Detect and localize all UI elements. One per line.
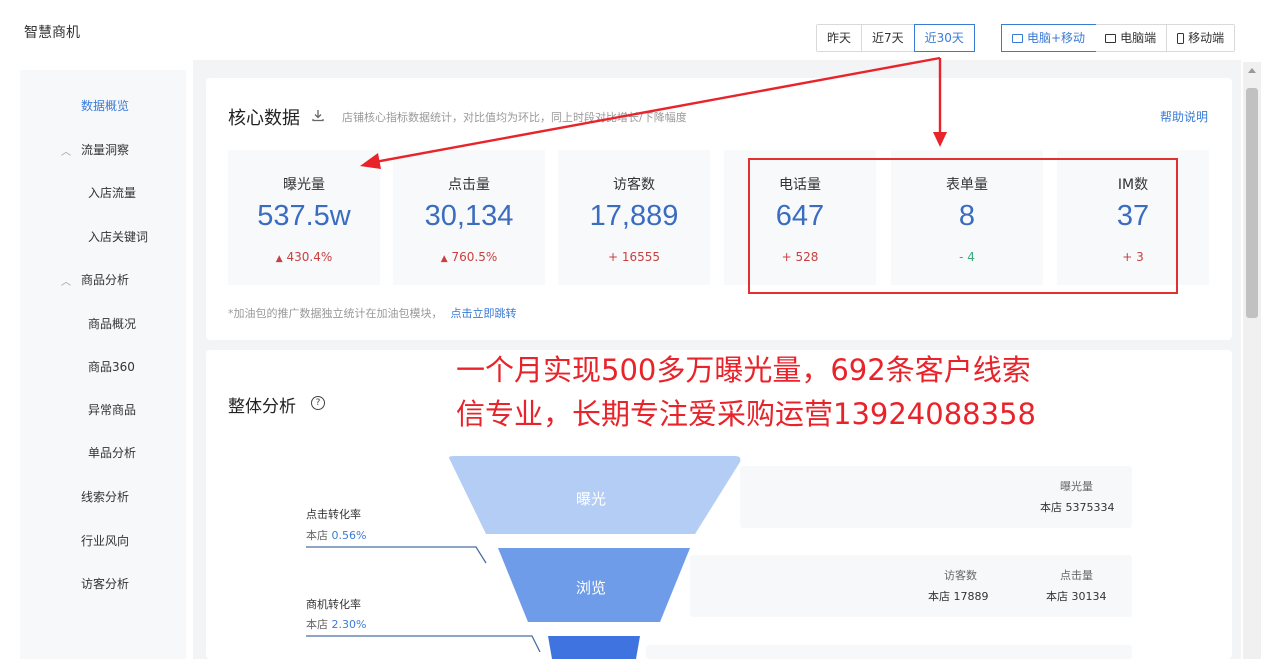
stat-panel-exposure: [740, 466, 1132, 528]
click-conversion-value: 本店 0.56%: [306, 529, 367, 542]
scroll-up-arrow-icon[interactable]: [1248, 68, 1256, 73]
click-conversion-label: 点击转化率: [306, 508, 361, 521]
stat-value: 本店 17889: [928, 590, 989, 603]
stat-label: 点击量: [1060, 569, 1093, 582]
lead-conversion-value: 本店 2.30%: [306, 618, 367, 631]
stat-value: 本店 5375334: [1040, 501, 1115, 514]
annotation-text-line-1: 一个月实现500多万曝光量，692条客户线索: [456, 353, 1031, 387]
funnel-label-exposure: 曝光: [576, 490, 607, 508]
stat-label: 曝光量: [1060, 480, 1093, 493]
connector-line: [306, 546, 487, 564]
stat-label: 访客数: [944, 569, 977, 582]
lead-conversion-label: 商机转化率: [306, 598, 361, 611]
stat-panel-third: [646, 645, 1132, 659]
scrollbar[interactable]: [1243, 62, 1261, 659]
stat-panel-browse: [690, 555, 1132, 617]
funnel-stage-third: [548, 636, 640, 659]
scrollbar-thumb[interactable]: [1246, 88, 1258, 318]
stat-value: 本店 30134: [1046, 590, 1107, 603]
connector-line: [306, 635, 541, 653]
annotation-text-line-2: 信专业，长期专注爱采购运营13924088358: [456, 397, 1036, 431]
funnel-label-browse: 浏览: [576, 579, 607, 597]
